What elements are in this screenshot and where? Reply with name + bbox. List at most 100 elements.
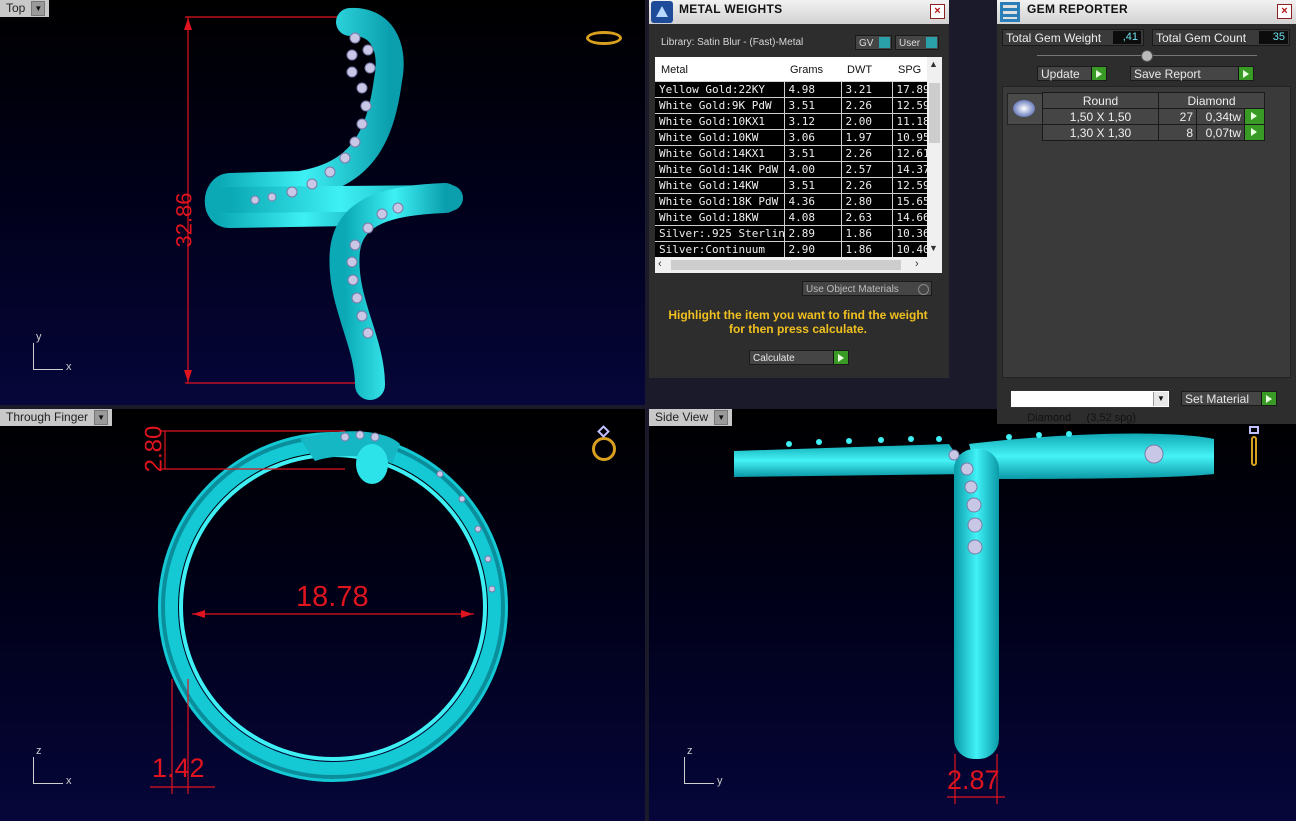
grams-cell: 3.06 [784, 129, 842, 146]
column-header-grams[interactable]: Grams [790, 64, 823, 76]
gem-group-header[interactable]: Round Diamond [1042, 92, 1265, 109]
metal-row[interactable]: White Gold:18K PdW 4.36 2.80 15.65 [655, 193, 927, 210]
ring-orientation-icon [588, 425, 620, 465]
grams-cell: 4.08 [784, 209, 842, 226]
dwt-cell: 1.97 [841, 129, 893, 146]
metal-name-cell: Silver:.925 Sterling [655, 225, 785, 242]
metal-name-cell: Silver:Continuum [655, 241, 785, 257]
use-object-materials-toggle[interactable]: Use Object Materials [802, 281, 932, 296]
metal-row[interactable]: White Gold:14KW 3.51 2.26 12.59 [655, 177, 927, 194]
select-gem-button[interactable] [1244, 124, 1265, 141]
scroll-thumb[interactable] [671, 260, 901, 270]
viewport-through-finger-tab[interactable]: Through Finger ▼ [0, 409, 113, 426]
column-header-spg[interactable]: SPG [898, 64, 921, 76]
vertical-scrollbar[interactable]: ▲ ▼ [927, 57, 942, 257]
metal-name-cell: Yellow Gold:22KY [655, 81, 785, 98]
play-icon [1251, 128, 1257, 136]
material-select[interactable]: Diamond (3,52 spg) ▼ [1010, 390, 1170, 424]
grams-cell: 4.36 [784, 193, 842, 210]
gem-thumbnail[interactable] [1007, 93, 1043, 125]
dwt-cell: 1.86 [841, 225, 893, 242]
chevron-down-icon[interactable]: ▼ [94, 410, 109, 425]
dimension-label-bottom: 1.42 [152, 753, 205, 783]
save-report-button[interactable]: Save Report [1130, 66, 1254, 81]
column-header-dwt[interactable]: DWT [847, 64, 872, 76]
gem-row[interactable]: 1,30 X 1,30 8 0,07tw [1042, 124, 1265, 141]
grams-cell: 3.12 [784, 113, 842, 130]
dimension-label-inner: 18.78 [296, 581, 369, 613]
metal-row[interactable]: White Gold:14K PdW 4.00 2.57 14.37 [655, 161, 927, 178]
gv-toggle[interactable]: GV [855, 35, 892, 50]
select-gem-button[interactable] [1244, 108, 1265, 125]
viewport-through-finger[interactable]: Through Finger ▼ 2.80 18.78 1.42 z x [0, 409, 645, 821]
dwt-cell: 2.00 [841, 113, 893, 130]
user-toggle[interactable]: User [895, 35, 939, 50]
metal-name-cell: White Gold:9K PdW [655, 97, 785, 114]
close-icon[interactable]: × [930, 4, 945, 19]
top-view-model [184, 7, 463, 400]
set-material-button[interactable]: Set Material [1181, 391, 1277, 406]
spg-cell: 12.61 [892, 145, 927, 162]
metal-name-cell: White Gold:10KX1 [655, 113, 785, 130]
gem-row[interactable]: 1,50 X 1,50 27 0,34tw [1042, 108, 1265, 125]
calculate-button[interactable]: Calculate [749, 350, 849, 365]
scroll-up-icon[interactable]: ▲ [929, 59, 938, 69]
play-icon [1091, 67, 1106, 80]
ring-orientation-icon [586, 31, 622, 45]
gem-reporter-icon [1000, 2, 1020, 22]
gem-list: Round Diamond 1,50 X 1,50 27 0,34tw 1,30… [1002, 86, 1291, 378]
scroll-right-icon[interactable]: › [915, 258, 919, 270]
chevron-down-icon[interactable]: ▼ [31, 1, 46, 16]
chevron-down-icon[interactable]: ▼ [714, 410, 729, 425]
gem-reporter-titlebar[interactable]: GEM REPORTER × [997, 0, 1296, 24]
metal-name-cell: White Gold:10KW [655, 129, 785, 146]
scroll-thumb[interactable] [929, 83, 940, 143]
grams-cell: 2.90 [784, 241, 842, 257]
column-header-metal[interactable]: Metal [661, 64, 688, 76]
horizontal-scrollbar[interactable]: ‹ › [655, 257, 942, 273]
spg-cell: 10.95 [892, 129, 927, 146]
chevron-down-icon[interactable]: ▼ [1153, 392, 1168, 406]
toggle-indicator-icon [918, 284, 929, 295]
update-button[interactable]: Update [1037, 66, 1107, 81]
metal-row[interactable]: White Gold:9K PdW 3.51 2.26 12.59 [655, 97, 927, 114]
dimension-label: 2.87 [947, 765, 1000, 795]
metal-name-cell: White Gold:14KW [655, 177, 785, 194]
metal-row[interactable]: Yellow Gold:22KY 4.98 3.21 17.89 [655, 81, 927, 98]
scroll-down-icon[interactable]: ▼ [929, 243, 938, 253]
metal-name-cell: White Gold:18K PdW [655, 193, 785, 210]
metal-row[interactable]: White Gold:10KW 3.06 1.97 10.95 [655, 129, 927, 146]
metal-table: Yellow Gold:22KY 4.98 3.21 17.89 White Gold:… [655, 81, 927, 257]
metal-row[interactable]: White Gold:10KX1 3.12 2.00 11.18 [655, 113, 927, 130]
viewport-side-label: Side View [655, 410, 709, 424]
play-icon [833, 351, 848, 364]
metal-table-header: Metal Grams DWT SPG [655, 57, 927, 81]
spg-cell: 10.40 [892, 241, 927, 257]
viewport-through-finger-label: Through Finger [6, 410, 89, 424]
gem-shape: Round [1042, 92, 1159, 109]
round-gem-icon [1013, 100, 1035, 117]
viewport-side-tab[interactable]: Side View ▼ [649, 409, 733, 426]
viewport-side[interactable]: Side View ▼ 2.87 z y [649, 409, 1296, 821]
metal-row[interactable]: Silver:Continuum 2.90 1.86 10.40 [655, 241, 927, 257]
grams-cell: 3.51 [784, 145, 842, 162]
collapse-icon[interactable] [1141, 50, 1153, 62]
metal-row[interactable]: Silver:.925 Sterling 2.89 1.86 10.36 [655, 225, 927, 242]
spg-cell: 10.36 [892, 225, 927, 242]
gem-table: Round Diamond 1,50 X 1,50 27 0,34tw 1,30… [1042, 92, 1265, 141]
metal-weights-titlebar[interactable]: METAL WEIGHTS × [649, 0, 949, 24]
metal-weights-panel: METAL WEIGHTS × Library: Satin Blur - (F… [649, 0, 949, 378]
spg-cell: 12.59 [892, 97, 927, 114]
grams-cell: 3.51 [784, 177, 842, 194]
close-icon[interactable]: × [1277, 4, 1292, 19]
metal-table-container[interactable]: Metal Grams DWT SPG Yellow Gold:22KY 4.98… [655, 57, 942, 273]
viewport-top-tab[interactable]: Top ▼ [0, 0, 50, 17]
through-finger-model [150, 430, 508, 794]
metal-row[interactable]: White Gold:18KW 4.08 2.63 14.66 [655, 209, 927, 226]
dwt-cell: 2.63 [841, 209, 893, 226]
scroll-left-icon[interactable]: ‹ [658, 258, 662, 270]
metal-row[interactable]: White Gold:14KX1 3.51 2.26 12.61 [655, 145, 927, 162]
axis-indicator: z y [684, 745, 729, 789]
viewport-top[interactable]: Top ▼ 32.86 y x [0, 0, 645, 405]
gem-reporter-panel: GEM REPORTER × Total Gem Weight ,41 Tota… [997, 0, 1296, 424]
